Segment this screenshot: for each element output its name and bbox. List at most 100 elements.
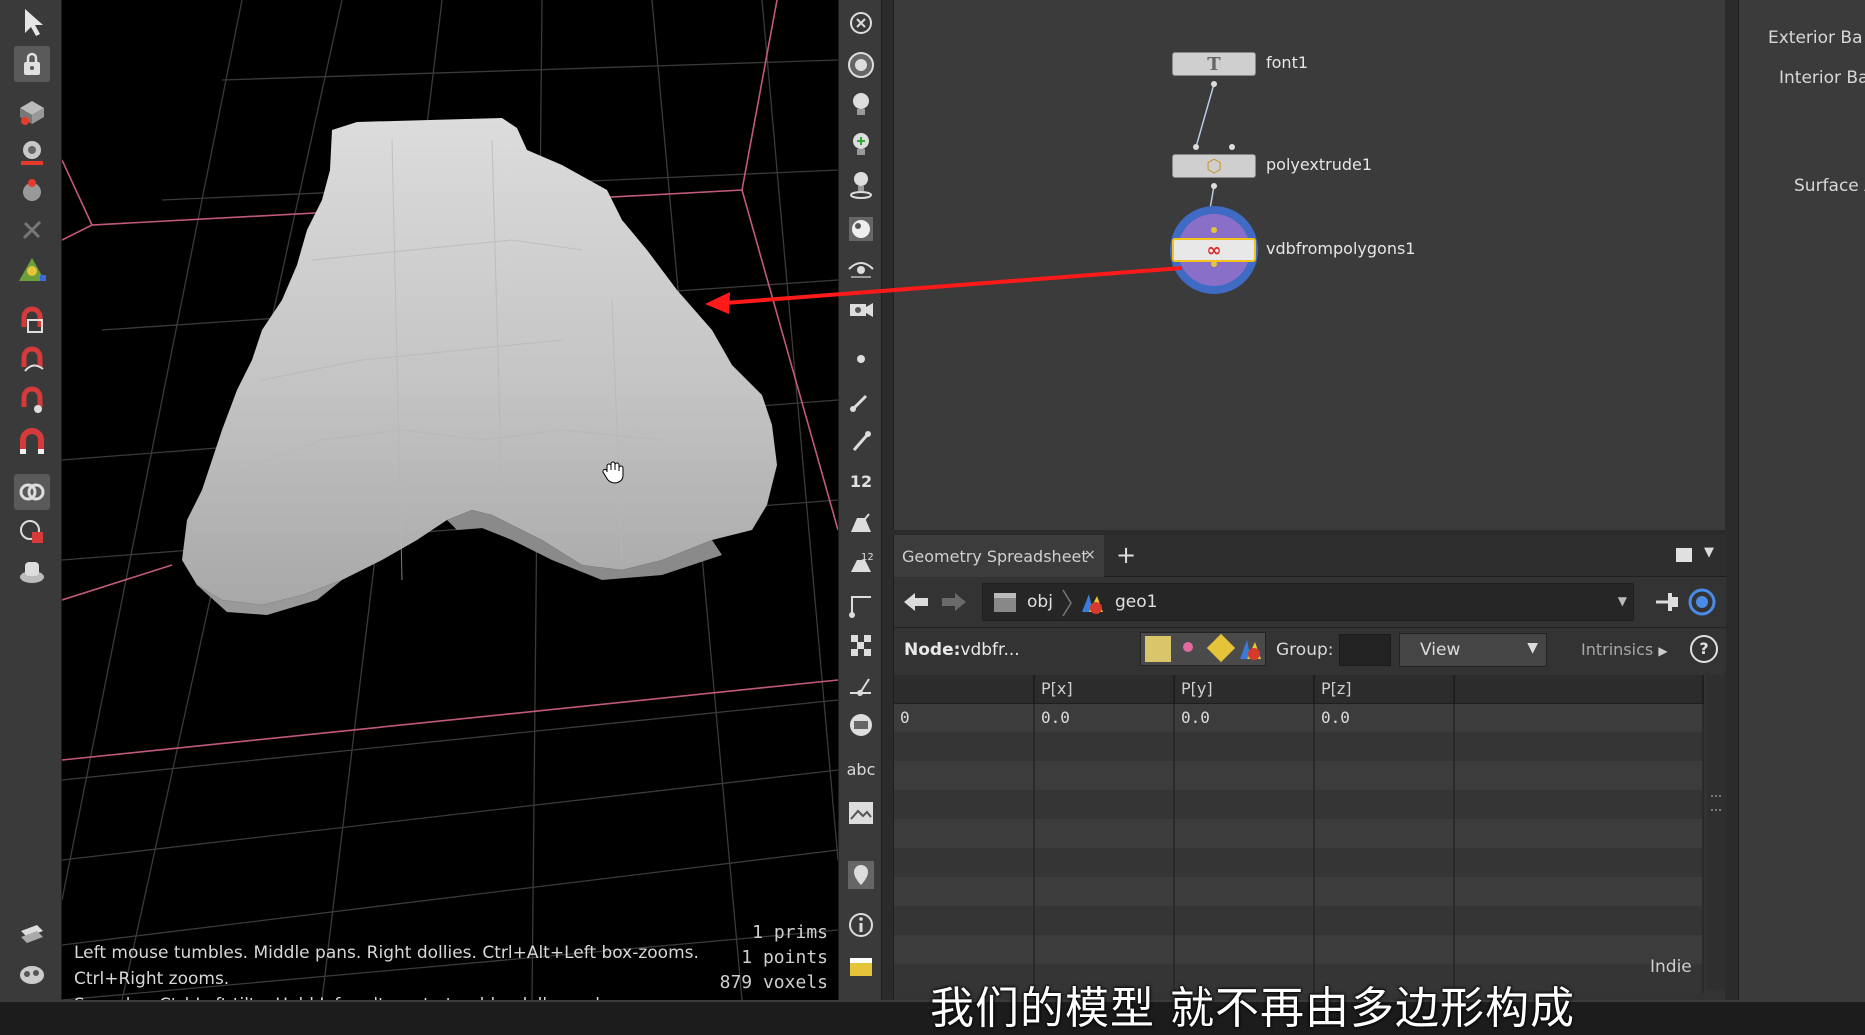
shading-sphere-icon[interactable] [843,212,879,246]
table-row[interactable] [894,790,1704,819]
bone-tool-icon[interactable] [14,212,50,248]
text-display-tool[interactable]: abc [839,760,883,779]
points-mode-icon[interactable] [1145,636,1171,662]
table-cell[interactable] [1454,906,1704,935]
display-options-icon[interactable] [14,914,50,950]
background-image-icon[interactable] [843,796,879,830]
table-cell[interactable] [894,848,1035,877]
scene-viewport[interactable]: Left mouse tumbles. Middle pans. Right d… [62,0,838,1000]
table-cell[interactable] [1454,848,1704,877]
table-cell[interactable] [1314,877,1455,906]
vertex-icon[interactable] [843,588,879,622]
table-cell[interactable] [894,761,1035,790]
table-cell[interactable] [1454,703,1704,732]
transform-handle-icon[interactable] [14,94,50,130]
table-cell[interactable] [1314,732,1455,761]
path-dropdown-icon[interactable]: ▼ [1618,594,1627,608]
breadcrumb-geo1[interactable]: geo1 [1115,592,1157,612]
pose-tool-icon[interactable] [14,174,50,210]
hud-panel-icon[interactable] [843,950,879,984]
background-image-icon[interactable] [14,956,50,992]
table-cell[interactable] [1174,877,1315,906]
table-scrollbar[interactable] [1707,675,1726,990]
detail-mode-icon[interactable] [1237,635,1265,663]
table-cell[interactable] [1454,819,1704,848]
table-cell[interactable] [1454,761,1704,790]
table-row[interactable]: 0 0.0 0.0 0.0 [894,703,1704,732]
table-cell[interactable]: 0 [894,703,1035,732]
table-cell[interactable] [1034,935,1175,964]
table-cell[interactable] [1314,819,1455,848]
table-row[interactable] [894,877,1704,906]
point-dot-icon[interactable] [843,342,879,376]
location-pin-icon[interactable] [843,858,879,892]
table-cell[interactable] [1174,935,1315,964]
table-cell[interactable] [894,819,1035,848]
snap-point-icon[interactable] [14,382,50,418]
table-cell[interactable] [1174,761,1315,790]
network-path-field[interactable]: obj geo1 ▼ [982,583,1634,621]
table-cell[interactable] [894,732,1035,761]
help-button[interactable]: ? [1690,635,1718,663]
lock-icon[interactable] [14,46,50,82]
column-header[interactable] [1454,675,1704,704]
scrollbar-grip-icon[interactable] [1711,795,1721,811]
table-cell[interactable] [1174,848,1315,877]
intrinsics-toggle[interactable]: Intrinsics ▶ [1581,640,1668,659]
table-cell[interactable] [1034,732,1175,761]
snap-curve-icon[interactable] [14,342,50,378]
table-cell[interactable] [1174,906,1315,935]
table-cell[interactable]: 0.0 [1174,703,1315,732]
camera-lens-icon[interactable] [843,48,879,82]
maximize-pane-icon[interactable] [1676,548,1692,562]
snap-grid-icon[interactable] [14,302,50,338]
point-normal-icon[interactable] [843,668,879,702]
node-font1-body[interactable]: T [1172,52,1256,76]
table-row[interactable] [894,848,1704,877]
network-editor[interactable]: T font1 ⬡ polyextrude1 ∞ vdbfrompolygons… [893,0,1725,530]
group-input[interactable] [1339,634,1391,666]
table-cell[interactable] [1174,819,1315,848]
light-bulb-add-icon[interactable] [843,128,879,162]
selection-mode-icon[interactable] [14,514,50,550]
snap-magnet-icon[interactable] [14,424,50,460]
brush-icon[interactable] [843,384,879,418]
table-cell[interactable]: 0.0 [1034,703,1175,732]
view-tool-icon[interactable] [14,134,50,170]
table-row[interactable] [894,819,1704,848]
table-cell[interactable] [1314,906,1455,935]
primitives-mode-icon[interactable] [1206,633,1236,663]
render-light-icon[interactable] [14,554,50,590]
breadcrumb-obj[interactable]: obj [1027,592,1053,612]
view-dropdown[interactable]: View ▼ [1399,633,1547,667]
prim-numbers-icon[interactable]: 12 [843,546,879,580]
table-row[interactable] [894,761,1704,790]
light-bulb-pointer-icon[interactable] [843,168,879,202]
table-cell[interactable] [1454,877,1704,906]
back-arrow-icon[interactable] [902,591,930,613]
scatter-points-icon[interactable] [843,628,879,662]
column-header[interactable] [894,675,1035,704]
forward-arrow-icon[interactable] [940,591,968,613]
camera-view-icon[interactable] [843,292,879,326]
table-row[interactable] [894,906,1704,935]
close-tab-icon[interactable]: × [1084,547,1096,563]
table-cell[interactable] [894,877,1035,906]
table-cell[interactable] [1034,906,1175,935]
select-arrow-icon[interactable] [14,4,50,40]
table-cell[interactable] [1174,790,1315,819]
link-pane-icon[interactable] [1688,588,1716,616]
light-bulb-icon[interactable] [843,88,879,122]
table-cell[interactable] [1454,732,1704,761]
vertices-mode-icon[interactable] [1183,642,1193,652]
column-header[interactable]: P[y] [1174,675,1315,704]
node-polyextrude1-body[interactable]: ⬡ [1172,154,1256,178]
table-row[interactable] [894,732,1704,761]
table-cell[interactable] [894,790,1035,819]
pen-icon[interactable] [843,424,879,458]
add-tab-button[interactable]: + [1116,541,1136,569]
close-circle-icon[interactable] [843,6,879,40]
table-cell[interactable] [1314,848,1455,877]
table-cell[interactable] [1314,935,1455,964]
table-cell[interactable] [1034,761,1175,790]
